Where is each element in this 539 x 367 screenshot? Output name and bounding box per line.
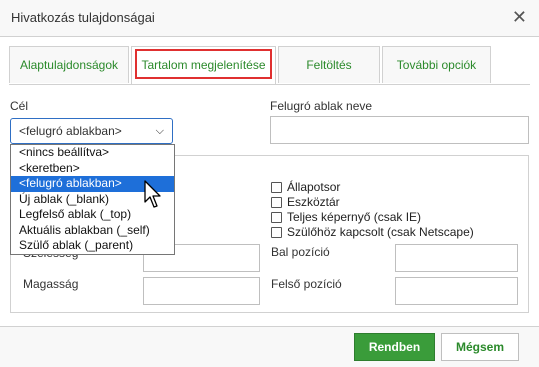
dropdown-option[interactable]: Aktuális ablakban (_self) <box>11 223 174 239</box>
dialog-title: Hivatkozás tulajdonságai <box>11 10 155 25</box>
tab-highlight-box: Tartalom megjelenítése <box>135 49 272 79</box>
top-position-label: Felső pozíció <box>271 277 342 291</box>
target-select-value: <felugró ablakban> <box>19 124 122 138</box>
height-input[interactable] <box>143 277 260 305</box>
dropdown-option[interactable]: Szülő ablak (_parent) <box>11 238 174 254</box>
tab-basic-properties[interactable]: Alaptulajdonságok <box>9 46 129 83</box>
left-position-input[interactable] <box>395 244 518 272</box>
mouse-pointer-icon <box>144 180 161 208</box>
dialog-titlebar: Hivatkozás tulajdonságai ✕ <box>0 0 539 37</box>
tab-upload[interactable]: Feltöltés <box>278 46 380 83</box>
toolbar-checkbox[interactable] <box>271 197 282 208</box>
target-label: Cél <box>10 99 29 113</box>
tab-content-display-label: Tartalom megjelenítése <box>141 58 266 72</box>
height-label: Magasság <box>23 277 79 291</box>
dependent-checkbox[interactable] <box>271 227 282 238</box>
dropdown-option[interactable]: <keretben> <box>11 161 174 177</box>
fullscreen-label: Teljes képernyő (csak IE) <box>287 210 422 224</box>
status-bar-checkbox[interactable] <box>271 182 282 193</box>
link-properties-dialog: Hivatkozás tulajdonságai ✕ Alaptulajdons… <box>0 0 539 367</box>
popup-name-input[interactable] <box>270 116 529 144</box>
tab-content-display[interactable]: Tartalom megjelenítése <box>131 46 276 85</box>
fullscreen-checkbox[interactable] <box>271 212 282 223</box>
popup-name-label: Felugró ablak neve <box>270 99 373 113</box>
left-position-label: Bal pozíció <box>271 245 330 259</box>
dependent-label: Szülőhöz kapcsolt (csak Netscape) <box>287 225 474 239</box>
tab-divider <box>9 84 530 85</box>
top-position-input[interactable] <box>395 277 518 305</box>
target-select[interactable]: <felugró ablakban> ⌵ <box>10 118 173 144</box>
cancel-button[interactable]: Mégsem <box>441 333 519 361</box>
toolbar-label: Eszköztár <box>287 195 340 209</box>
close-icon[interactable]: ✕ <box>512 7 527 27</box>
tab-more-options[interactable]: További opciók <box>382 46 491 83</box>
dropdown-option[interactable]: <nincs beállítva> <box>11 145 174 161</box>
status-bar-label: Állapotsor <box>287 180 341 194</box>
chevron-down-icon: ⌵ <box>155 125 164 137</box>
ok-button[interactable]: Rendben <box>354 333 435 361</box>
